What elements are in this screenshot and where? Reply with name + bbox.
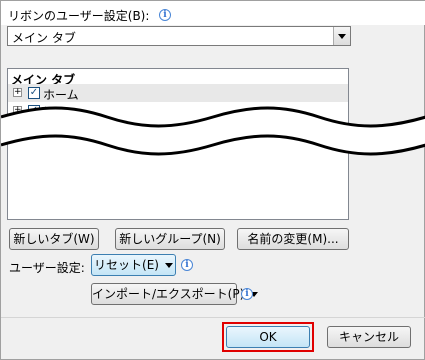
- checkbox-home[interactable]: ✓: [28, 87, 40, 99]
- expand-icon[interactable]: +: [13, 88, 22, 97]
- ribbon-customize-select-value: メイン タブ: [12, 31, 76, 45]
- new-group-button[interactable]: 新しいグループ(N): [115, 228, 225, 250]
- new-tab-button[interactable]: 新しいタブ(W): [9, 228, 99, 250]
- footer-divider: [1, 317, 425, 318]
- reset-button[interactable]: リセット(E): [91, 254, 176, 276]
- ribbon-customize-select[interactable]: メイン タブ: [7, 26, 351, 46]
- import-export-button-label: インポート/エクスポート(P): [92, 287, 245, 301]
- chevron-down-icon[interactable]: [333, 27, 350, 45]
- rename-button[interactable]: 名前の変更(M)...: [237, 228, 349, 250]
- torn-edge-divider: [1, 106, 425, 156]
- reset-button-label: リセット(E): [94, 258, 159, 272]
- ok-button-highlight: [222, 322, 314, 352]
- info-icon[interactable]: i: [241, 288, 253, 300]
- chevron-down-icon: [164, 263, 173, 268]
- ribbon-customize-label: リボンのユーザー設定(B):: [8, 9, 150, 23]
- info-icon[interactable]: i: [181, 259, 193, 271]
- tree-row-label: ホーム: [43, 88, 79, 102]
- info-icon[interactable]: i: [159, 9, 171, 21]
- cancel-button[interactable]: キャンセル: [327, 326, 411, 348]
- tree-row-home[interactable]: + ✓ ホーム: [8, 84, 348, 102]
- customize-label: ユーザー設定:: [9, 261, 85, 275]
- ribbon-customize-dialog: リボンのユーザー設定(B): i メイン タブ メイン タブ + ✓ ホーム +…: [0, 0, 425, 360]
- import-export-button[interactable]: インポート/エクスポート(P): [91, 283, 259, 305]
